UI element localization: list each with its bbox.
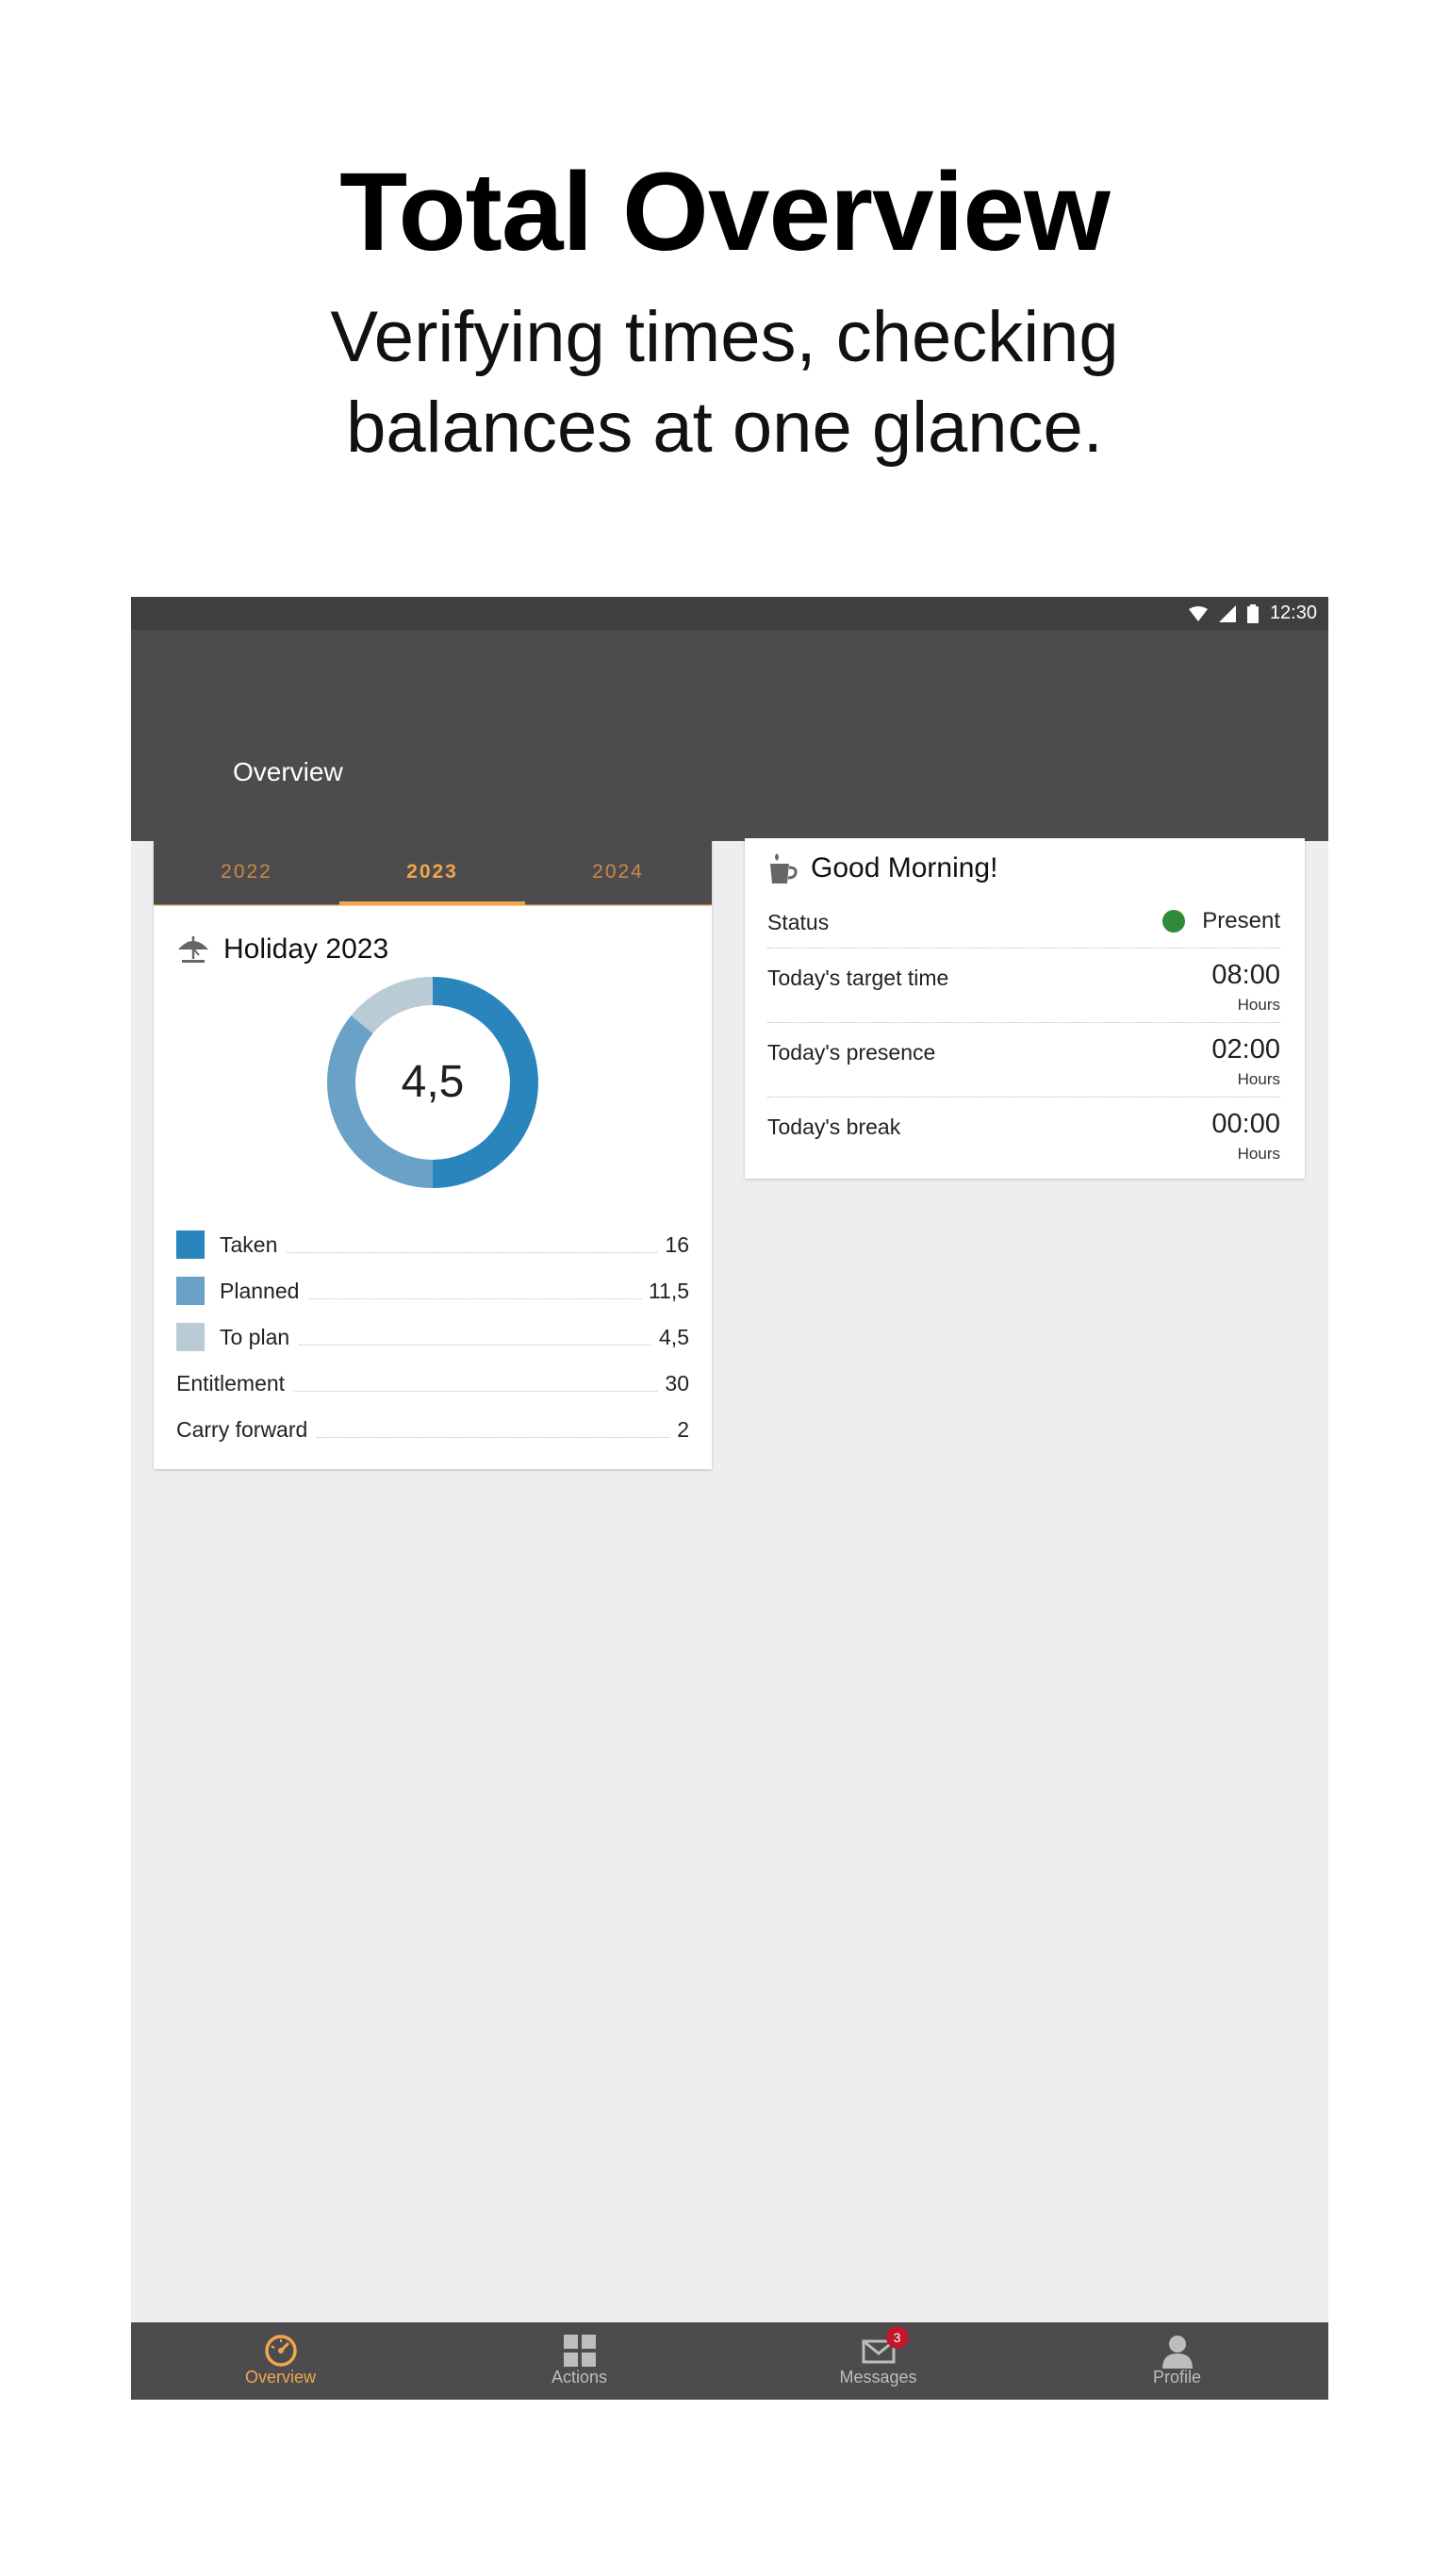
good-morning-title: Good Morning! [811, 852, 998, 883]
hero-subtitle-line-2: balances at one glance. [346, 388, 1103, 468]
presence-row: Today's presence 02:00 Hours [767, 1023, 1280, 1098]
break-value: 00:00 [1211, 1109, 1280, 1139]
legend-row-planned: Planned 11,5 [176, 1274, 689, 1308]
status-dot-icon [1162, 910, 1186, 933]
presence-value: 02:00 [1211, 1034, 1280, 1065]
status-value: Present [1162, 908, 1280, 934]
coffee-cup-icon [770, 853, 798, 883]
wifi-icon [1188, 605, 1208, 621]
bottom-navigation: Overview Actions 3 Messages Profile [131, 2322, 1328, 2400]
person-icon [1161, 2336, 1193, 2369]
nav-overview-label: Overview [244, 2368, 316, 2386]
break-label: Today's break [767, 1115, 901, 1139]
legend-value-planned: 11,5 [648, 1278, 689, 1303]
nav-profile[interactable]: Profile [1028, 2322, 1326, 2400]
tab-2023[interactable]: 2023 [339, 838, 525, 905]
presence-unit: Hours [1237, 1070, 1280, 1088]
target-time-label: Today's target time [767, 966, 949, 990]
nav-actions-label: Actions [551, 2368, 608, 2386]
legend-label-to-plan: To plan [220, 1324, 290, 1349]
tab-2024[interactable]: 2024 [525, 838, 711, 905]
legend-swatch-to-plan [176, 1323, 205, 1351]
messages-badge: 3 [885, 2326, 909, 2349]
status-text: Present [1202, 908, 1280, 933]
legend-row-taken: Taken 16 [176, 1228, 689, 1262]
nav-profile-label: Profile [1152, 2368, 1202, 2386]
signal-icon [1218, 604, 1236, 622]
legend-value-to-plan: 4,5 [659, 1324, 689, 1349]
nav-overview[interactable]: Overview [131, 2322, 430, 2400]
target-time-unit: Hours [1237, 996, 1280, 1014]
summary-row-entitlement: Entitlement 30 [176, 1366, 689, 1400]
legend-value-taken: 16 [665, 1231, 689, 1257]
nav-messages-label: Messages [839, 2368, 917, 2386]
status-label: Status [767, 910, 830, 934]
legend-swatch-planned [176, 1277, 205, 1305]
summary-value-entitlement: 30 [665, 1370, 689, 1395]
summary-value-carry-forward: 2 [677, 1416, 689, 1442]
tab-active-indicator [339, 901, 525, 905]
legend-row-to-plan: To plan 4,5 [176, 1320, 689, 1354]
nav-actions[interactable]: Actions [430, 2322, 729, 2400]
legend-label-taken: Taken [220, 1231, 278, 1257]
hero-subtitle-line-1: Verifying times, checking [330, 297, 1119, 377]
umbrella-icon [178, 936, 208, 963]
holiday-card-title: Holiday 2023 [223, 933, 389, 965]
grid-icon [563, 2335, 596, 2367]
summary-label-carry-forward: Carry forward [176, 1416, 308, 1442]
donut-center-value: 4,5 [401, 1057, 465, 1107]
holiday-card-header: Holiday 2023 [176, 933, 388, 966]
summary-row-carry-forward: Carry forward 2 [176, 1412, 689, 1446]
good-morning-header: Good Morning! [767, 851, 997, 885]
legend-label-planned: Planned [220, 1278, 300, 1303]
tab-2022[interactable]: 2022 [154, 838, 339, 905]
holiday-card: 2022 2023 2024 Holiday 2023 4,5 Taken 16 [154, 838, 712, 1469]
break-unit: Hours [1237, 1145, 1280, 1163]
device-screen: 12:30 Overview 2022 2023 2024 Holiday 20… [131, 597, 1328, 2400]
presence-label: Today's presence [767, 1040, 936, 1065]
status-bar: 12:30 [131, 597, 1328, 630]
break-row: Today's break 00:00 Hours [767, 1098, 1280, 1171]
target-time-row: Today's target time 08:00 Hours [767, 949, 1280, 1023]
status-time: 12:30 [1269, 603, 1317, 623]
good-morning-card: Good Morning! Status Present Today's tar… [745, 838, 1305, 1179]
legend-swatch-taken [176, 1230, 205, 1259]
app-bar: Overview [131, 630, 1328, 841]
target-time-value: 08:00 [1211, 960, 1280, 990]
speedometer-icon [264, 2335, 297, 2367]
hero-title: Total Overview [339, 150, 1111, 274]
app-bar-title: Overview [233, 757, 343, 786]
hero-subtitle: Verifying times, checking balances at on… [0, 292, 1449, 473]
status-row: Status Present [767, 902, 1280, 949]
nav-messages[interactable]: 3 Messages [729, 2322, 1028, 2400]
year-tabs: 2022 2023 2024 [154, 838, 712, 906]
battery-icon [1246, 603, 1259, 623]
summary-label-entitlement: Entitlement [176, 1370, 286, 1395]
